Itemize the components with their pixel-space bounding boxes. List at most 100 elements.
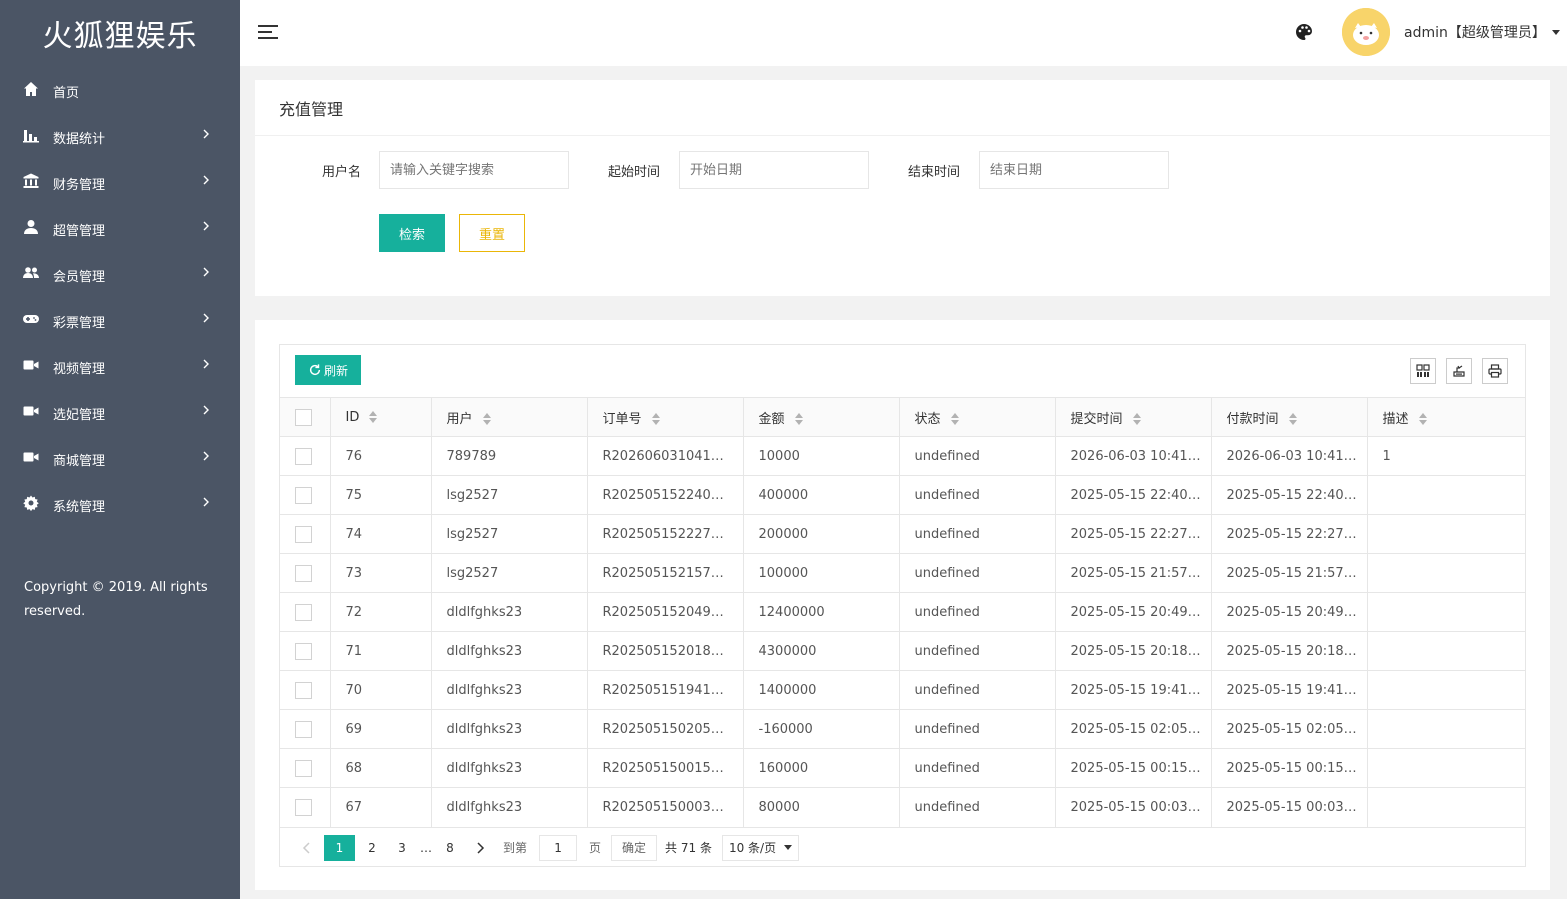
table-cell: 73 — [330, 553, 432, 593]
print-icon[interactable] — [1482, 358, 1508, 384]
table-cell: 2025-05-15 22:40… — [1211, 475, 1368, 515]
page-last-button[interactable]: 8 — [437, 835, 463, 861]
row-checkbox[interactable] — [295, 603, 312, 621]
goto-confirm-button[interactable]: 确定 — [611, 834, 658, 861]
column-header[interactable]: 金额 — [743, 397, 900, 437]
table-row: 68 dldlfghks23 R202505150015… 160000 undefin… — [280, 748, 1525, 788]
page-3-button[interactable]: 3 — [389, 835, 415, 861]
table-cell: dldlfghks23 — [431, 670, 588, 710]
column-header[interactable]: 提交时间 — [1055, 397, 1212, 437]
table-cell: undefined — [899, 475, 1056, 515]
row-checkbox[interactable] — [295, 564, 312, 582]
table-row: 72 dldlfghks23 R202505152049… 12400000 undef… — [280, 592, 1525, 632]
sidebar-item-1[interactable]: 数据统计 — [0, 112, 240, 158]
table-cell: 100000 — [743, 553, 900, 593]
prev-page-button[interactable] — [294, 835, 320, 861]
sort-icon[interactable] — [1288, 413, 1297, 425]
row-checkbox[interactable] — [295, 759, 312, 777]
column-header[interactable]: 状态 — [899, 397, 1056, 437]
search-button[interactable]: 检索 — [379, 214, 445, 252]
pagination: 1 2 3 … 8 到第 页 确定 共 71 条 10 条/页 — [280, 827, 1525, 867]
bank-icon — [22, 172, 40, 190]
chevron-right-icon — [202, 266, 212, 278]
username-label: 用户名 — [322, 165, 362, 180]
row-checkbox[interactable] — [295, 525, 312, 543]
sidebar-item-6[interactable]: 视频管理 — [0, 342, 240, 388]
table-cell: 74 — [330, 514, 432, 554]
column-header-label: 描述 — [1382, 411, 1409, 427]
user-avatar[interactable] — [1342, 8, 1390, 56]
sidebar-item-5[interactable]: 彩票管理 — [0, 296, 240, 342]
sidebar-item-3[interactable]: 超管管理 — [0, 204, 240, 250]
sidebar-item-7[interactable]: 选妃管理 — [0, 388, 240, 434]
sort-icon[interactable] — [369, 411, 378, 423]
reset-button[interactable]: 重置 — [459, 214, 525, 252]
column-filter-icon[interactable] — [1410, 358, 1436, 384]
table-cell: 75 — [330, 475, 432, 515]
row-checkbox[interactable] — [295, 486, 312, 504]
row-select-cell — [280, 592, 331, 632]
column-header[interactable]: 用户 — [431, 397, 588, 437]
chevron-down-icon — [784, 845, 793, 850]
theme-palette-icon[interactable] — [1294, 22, 1314, 42]
table-row: 74 lsg2527 R202505152227… 200000 undefined 20… — [280, 514, 1525, 554]
row-checkbox[interactable] — [295, 642, 312, 660]
export-icon[interactable] — [1446, 358, 1472, 384]
refresh-button[interactable]: 刷新 — [295, 355, 361, 385]
column-header[interactable]: 订单号 — [587, 397, 744, 437]
table-cell: 2025-05-15 00:15… — [1055, 748, 1212, 788]
column-header-label: 用户 — [446, 411, 473, 427]
row-checkbox[interactable] — [295, 798, 312, 816]
row-checkbox[interactable] — [295, 447, 312, 465]
sidebar-item-9[interactable]: 系统管理 — [0, 480, 240, 526]
sidebar-item-8[interactable]: 商城管理 — [0, 434, 240, 480]
start-date-input[interactable] — [679, 151, 869, 189]
table-cell: 2025-05-15 21:57… — [1211, 553, 1368, 593]
page-size-value: 10 条/页 — [728, 841, 777, 855]
page-1-button[interactable]: 1 — [324, 834, 355, 861]
row-checkbox[interactable] — [295, 681, 312, 699]
table-cell: 69 — [330, 709, 432, 749]
row-select-cell — [280, 475, 331, 515]
user-menu[interactable]: admin【超级管理员】 — [1404, 22, 1560, 42]
menu-toggle-icon[interactable] — [258, 22, 278, 42]
sort-icon[interactable] — [651, 413, 660, 425]
sort-icon[interactable] — [1418, 413, 1427, 425]
table-cell: 12400000 — [743, 592, 900, 632]
column-header[interactable]: ID — [330, 397, 432, 437]
sidebar-item-0[interactable]: 首页 — [0, 66, 240, 112]
chevron-right-icon — [202, 496, 212, 508]
sidebar-item-2[interactable]: 财务管理 — [0, 158, 240, 204]
gamepad-icon — [22, 310, 40, 328]
video-icon — [22, 356, 40, 374]
username-input[interactable] — [379, 151, 569, 189]
end-date-input[interactable] — [979, 151, 1169, 189]
table-cell — [1367, 631, 1525, 671]
table-cell: lsg2527 — [431, 514, 588, 554]
recharge-table: ID 用户 订单号 金额 状态 提交时间 付款时间 描述 76 789789 R202606031… — [280, 397, 1525, 827]
page-size-select[interactable]: 10 条/页 — [721, 834, 800, 861]
chevron-right-icon — [202, 358, 212, 370]
table-cell: R202505150015… — [587, 748, 744, 788]
sort-icon[interactable] — [794, 413, 803, 425]
sort-icon[interactable] — [482, 413, 491, 425]
sidebar-item-label: 数据统计 — [53, 131, 106, 147]
select-all-checkbox[interactable] — [295, 408, 312, 426]
sidebar-item-label: 彩票管理 — [53, 315, 106, 331]
row-checkbox[interactable] — [295, 720, 312, 738]
video-icon — [22, 402, 40, 420]
goto-page-input[interactable] — [539, 834, 578, 861]
sort-icon[interactable] — [1132, 413, 1141, 425]
sidebar-item-label: 超管管理 — [53, 223, 106, 239]
table-cell: R202505152018… — [587, 631, 744, 671]
sidebar-item-4[interactable]: 会员管理 — [0, 250, 240, 296]
sort-icon[interactable] — [950, 413, 959, 425]
table-cell: 160000 — [743, 748, 900, 788]
column-header[interactable]: 付款时间 — [1211, 397, 1368, 437]
table-cell: R202505150205… — [587, 709, 744, 749]
table-cell: 400000 — [743, 475, 900, 515]
app-logo[interactable]: 火狐狸娱乐 — [0, 0, 240, 66]
column-header[interactable]: 描述 — [1367, 397, 1525, 437]
next-page-button[interactable] — [467, 835, 493, 861]
page-2-button[interactable]: 2 — [359, 835, 385, 861]
